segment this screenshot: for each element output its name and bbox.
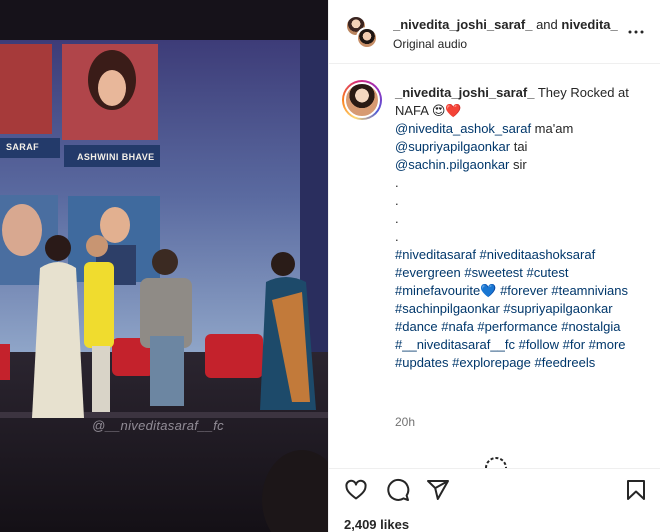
caption-dot: . xyxy=(395,193,399,208)
header-username-2[interactable]: nivedita_ xyxy=(561,17,617,32)
mention-suffix: ma'am xyxy=(531,121,574,136)
likes-count[interactable]: 2,409 likes xyxy=(344,517,409,532)
share-icon[interactable] xyxy=(426,478,450,502)
comment-icon[interactable] xyxy=(386,478,410,502)
caption-username[interactable]: _nivedita_joshi_saraf_ xyxy=(395,85,534,100)
mention-line: @nivedita_ashok_saraf ma'am xyxy=(395,120,641,138)
caption-text: _nivedita_joshi_saraf_ They Rocked at NA… xyxy=(395,84,641,372)
audio-link[interactable]: Original audio xyxy=(393,37,467,51)
bookmark-icon[interactable] xyxy=(624,478,648,502)
mention-link[interactable]: @nivedita_ashok_saraf xyxy=(395,121,531,136)
caption-dot: . xyxy=(395,211,399,226)
action-bar xyxy=(328,468,660,508)
caption-dot: . xyxy=(395,175,399,190)
mention-line: @supriyapilgaonkar tai xyxy=(395,138,641,156)
screen-name-ashwini: ASHWINI BHAVE xyxy=(77,152,155,162)
mention-suffix: sir xyxy=(509,157,527,172)
caption-avatar[interactable] xyxy=(342,80,382,120)
video-watermark: @__niveditasaraf__fc xyxy=(92,418,224,433)
screen-name-saraf: SARAF xyxy=(6,142,39,152)
post-timestamp[interactable]: 20h xyxy=(395,415,415,429)
collab-avatars[interactable] xyxy=(345,15,379,49)
caption-hashtags[interactable]: #niveditasaraf #niveditaashoksaraf #ever… xyxy=(395,246,641,372)
mention-link[interactable]: @supriyapilgaonkar xyxy=(395,139,510,154)
post-video[interactable]: SARAF ASHWINI BHAVE @__niveditasaraf__fc xyxy=(0,0,328,532)
header-username-1[interactable]: _nivedita_joshi_saraf_ xyxy=(393,17,532,32)
header-usernames: _nivedita_joshi_saraf_ and nivedita_ xyxy=(393,17,623,32)
header-connector: and xyxy=(532,17,562,32)
mention-line: @sachin.pilgaonkar sir xyxy=(395,156,641,174)
video-frame xyxy=(0,0,328,532)
heart-icon[interactable] xyxy=(344,478,368,502)
post-header: _nivedita_joshi_saraf_ and nivedita_ Ori… xyxy=(329,0,660,64)
mention-suffix: tai xyxy=(510,139,528,154)
avatar[interactable] xyxy=(356,27,378,49)
caption-dot: . xyxy=(395,229,399,244)
more-horizontal-icon[interactable] xyxy=(627,23,645,41)
mention-link[interactable]: @sachin.pilgaonkar xyxy=(395,157,509,172)
